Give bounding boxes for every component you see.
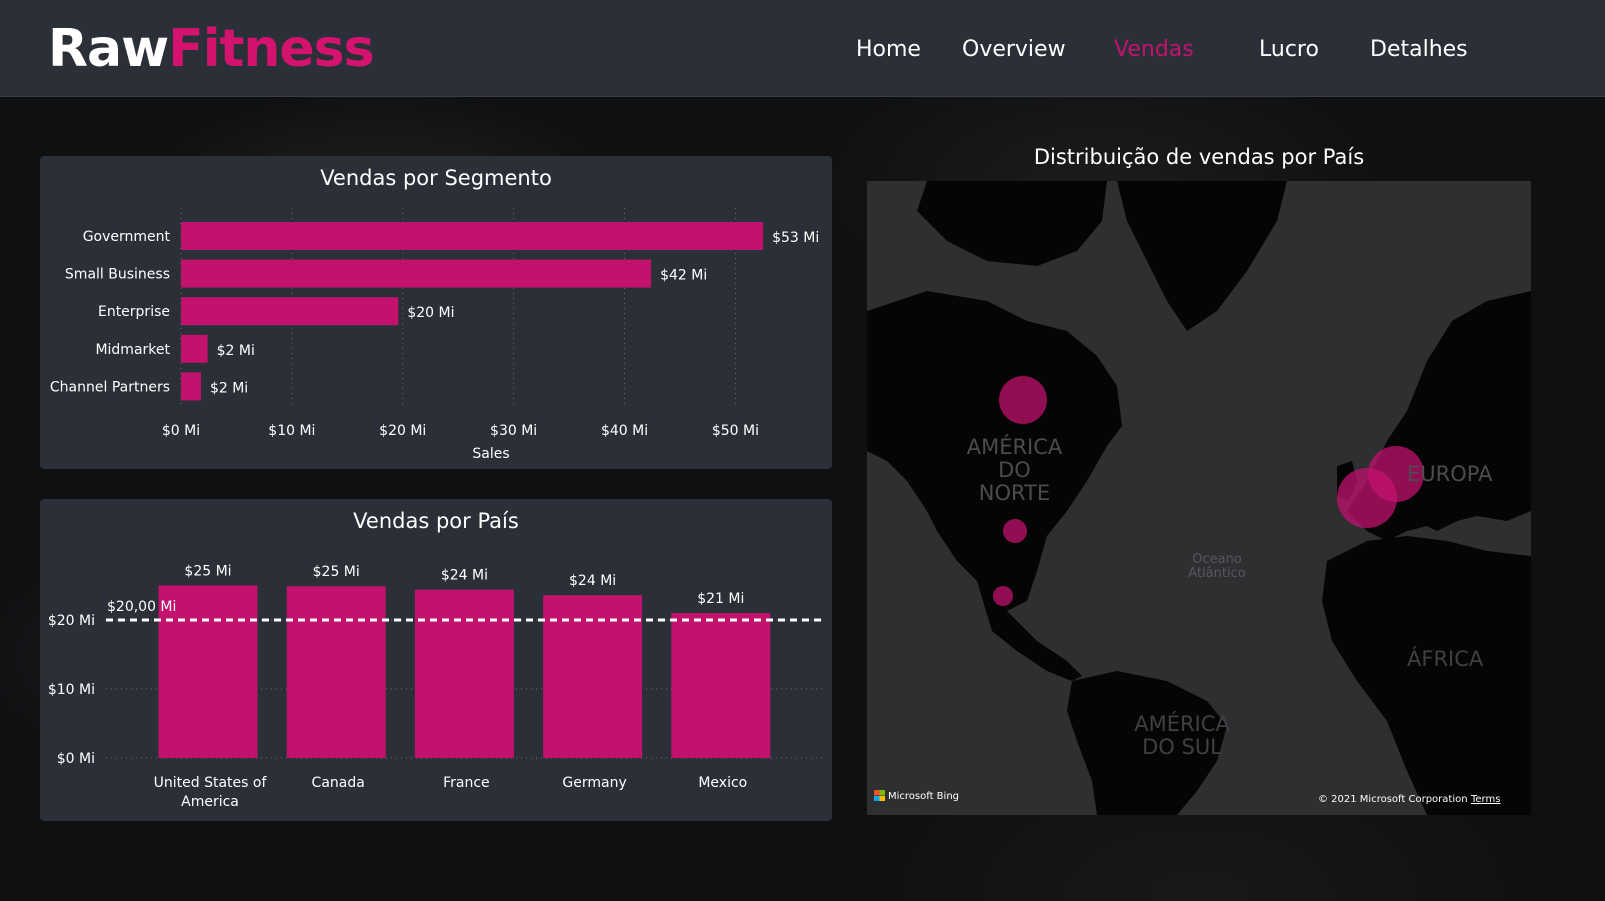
land-arctic-islands — [917, 181, 1107, 266]
map-title: Distribuição de vendas por País — [1033, 145, 1365, 169]
segment-bar — [181, 297, 399, 326]
segment-data-label: $2 Mi — [217, 343, 255, 359]
segment-bar — [181, 259, 652, 288]
country-axis-tick-label: $10 Mi — [48, 682, 95, 698]
map-label-africa: ÁFRICA — [1407, 647, 1484, 671]
country-data-label: $21 Mi — [697, 591, 744, 607]
country-bar-chart: $0 Mi $10 Mi $20 Mi $25 Mi United States of A… — [48, 564, 823, 810]
sales-bubble-mexico — [993, 586, 1013, 606]
segment-data-label: $53 Mi — [772, 230, 819, 246]
microsoft-logo-icon — [874, 790, 885, 801]
country-category-label: Mexico — [698, 775, 747, 791]
segment-category-label: Enterprise — [98, 304, 170, 320]
country-bar — [286, 586, 386, 758]
map-label-north-america: AMÉRICA DO NORTE — [966, 435, 1063, 505]
country-category-label: United States of — [154, 775, 268, 791]
segment-axis-tick-label: $30 Mi — [490, 423, 537, 439]
segment-data-label: $20 Mi — [407, 305, 454, 321]
land-africa — [1322, 536, 1531, 815]
sales-bubble-canada — [999, 376, 1047, 424]
sales-map[interactable]: AMÉRICA DO NORTE EUROPA Oceano Atlântico… — [867, 181, 1531, 815]
map-provider: Microsoft Bing — [874, 790, 959, 802]
country-category-label: America — [181, 794, 239, 810]
country-data-label: $25 Mi — [313, 564, 360, 580]
country-data-label: $24 Mi — [441, 568, 488, 584]
map-label-south-america: AMÉRICA DO SUL — [1134, 712, 1230, 759]
segment-bar — [181, 334, 208, 363]
map-label-ocean: Oceano Atlântico — [1188, 552, 1246, 581]
nav-item-home[interactable]: Home — [856, 36, 921, 64]
segment-category-label: Channel Partners — [50, 379, 170, 395]
country-category-label: Germany — [562, 775, 626, 791]
segment-axis-title: Sales — [472, 446, 509, 462]
country-chart-panel[interactable]: Vendas por País $0 Mi $10 Mi $20 Mi $25 Mi U… — [40, 499, 832, 821]
brand-logo[interactable]: RawFitness — [48, 14, 375, 84]
country-category-label: Canada — [312, 775, 365, 791]
map-terms-link[interactable]: Terms — [1471, 794, 1500, 805]
nav-item-detalhes[interactable]: Detalhes — [1370, 36, 1468, 64]
country-reference-label: $20,00 Mi — [107, 599, 176, 615]
segment-axis-tick-label: $10 Mi — [268, 423, 315, 439]
nav-item-vendas[interactable]: Vendas — [1114, 36, 1194, 64]
country-axis-tick-label: $20 Mi — [48, 613, 95, 629]
nav-item-overview[interactable]: Overview — [962, 36, 1066, 64]
map-provider-label: Microsoft Bing — [888, 791, 960, 802]
country-category-label: France — [443, 775, 490, 791]
sales-bubble-usa — [1003, 519, 1027, 543]
segment-axis-tick-label: $40 Mi — [601, 423, 648, 439]
country-bar — [414, 589, 514, 758]
country-data-label: $25 Mi — [184, 564, 231, 580]
segment-axis-tick-label: $0 Mi — [162, 423, 200, 439]
country-axis-tick-label: $0 Mi — [57, 751, 95, 767]
segment-data-label: $42 Mi — [660, 268, 707, 284]
nav-item-lucro[interactable]: Lucro — [1259, 36, 1319, 64]
segment-bar — [181, 372, 201, 401]
segment-category-label: Small Business — [65, 267, 170, 283]
map-label-europe: EUROPA — [1407, 462, 1493, 486]
country-bar — [671, 613, 771, 758]
brand-logo-part1: Raw — [48, 19, 169, 79]
segment-data-label: $2 Mi — [210, 380, 248, 396]
country-data-label: $24 Mi — [569, 573, 616, 589]
segment-axis-tick-label: $50 Mi — [712, 423, 759, 439]
segment-category-label: Midmarket — [95, 342, 170, 358]
sales-bubble-france — [1337, 468, 1397, 528]
header-bar: RawFitness Home Overview Vendas Lucro De… — [0, 0, 1605, 97]
land-greenland — [1117, 181, 1287, 331]
brand-logo-part2: Fitness — [168, 19, 374, 79]
segment-bar — [181, 222, 764, 250]
segment-bar-chart: $0 Mi $10 Mi $20 Mi $30 Mi $40 Mi $50 Mi Sales… — [50, 208, 819, 462]
map-copyright: © 2021 Microsoft Corporation — [1318, 794, 1468, 805]
segment-axis-tick-label: $20 Mi — [379, 423, 426, 439]
segment-chart-panel[interactable]: Vendas por Segmento $0 Mi $10 Mi $20 Mi $30… — [40, 156, 832, 469]
segment-category-label: Government — [83, 229, 171, 245]
